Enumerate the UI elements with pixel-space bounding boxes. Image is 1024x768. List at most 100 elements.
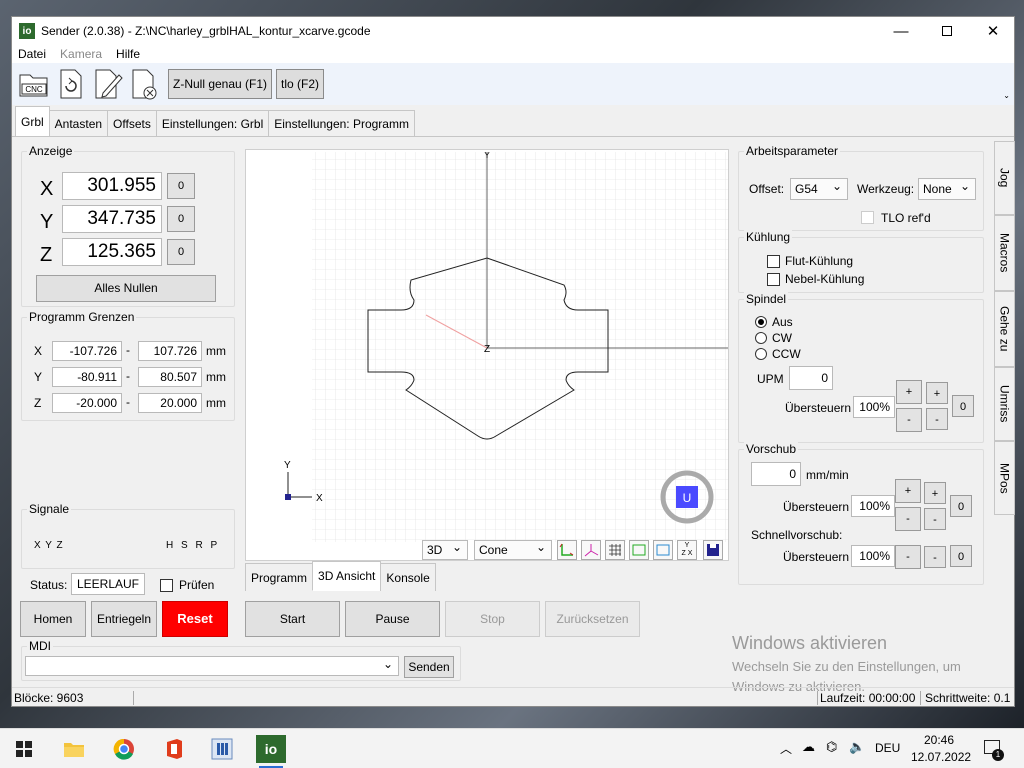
network-icon[interactable]: ⌬ bbox=[826, 739, 837, 755]
display-group: Anzeige X 301.955 0 Y 347.735 0 Z 125.36… bbox=[21, 144, 235, 307]
status-bar: Blöcke: 9603 Laufzeit: 00:00:00 Schrittw… bbox=[12, 687, 1014, 707]
feed-override-minus-coarse[interactable]: - bbox=[895, 507, 921, 531]
chrome-icon[interactable] bbox=[110, 735, 138, 763]
volume-icon[interactable]: 🔈 bbox=[849, 739, 865, 755]
minimize-button[interactable]: — bbox=[878, 17, 924, 45]
view-iso-icon[interactable] bbox=[581, 540, 601, 560]
z-zero-precise-button[interactable]: Z-Null genau (F1) bbox=[168, 69, 273, 99]
side-tab-jog[interactable]: Jog bbox=[994, 141, 1015, 215]
axes-indicator-y-label: Y bbox=[284, 460, 291, 471]
work-envelope-icon[interactable] bbox=[653, 540, 673, 560]
feed-override-reset[interactable]: 0 bbox=[950, 495, 972, 517]
io-sender-taskbar-icon[interactable]: io bbox=[256, 735, 286, 763]
title-bar[interactable]: io Sender (2.0.38) - Z:\NC\harley_grblHA… bbox=[12, 17, 1014, 45]
tab-antasten[interactable]: Antasten bbox=[48, 110, 109, 136]
stop-button[interactable]: Stop bbox=[445, 601, 540, 637]
menu-datei[interactable]: Datei bbox=[18, 47, 46, 61]
zero-z-button[interactable]: 0 bbox=[167, 239, 195, 265]
maximize-button[interactable] bbox=[924, 17, 970, 45]
edit-file-icon[interactable] bbox=[90, 66, 126, 102]
offset-select[interactable]: G54 bbox=[790, 176, 848, 200]
feed-override-plus-coarse[interactable]: + bbox=[895, 479, 921, 503]
rapid-override-minus-coarse[interactable]: - bbox=[895, 545, 921, 569]
mist-coolant-checkbox[interactable] bbox=[767, 273, 780, 286]
zero-y-button[interactable]: 0 bbox=[167, 206, 195, 232]
office-icon[interactable] bbox=[160, 735, 188, 763]
spindle-off-radio[interactable] bbox=[755, 316, 767, 328]
tlo-button[interactable]: tlo (F2) bbox=[276, 69, 325, 99]
view-mode-select[interactable]: 3D bbox=[422, 538, 468, 560]
start-button[interactable]: Start bbox=[245, 601, 340, 637]
start-button-windows-icon[interactable] bbox=[10, 735, 38, 763]
menu-kamera[interactable]: Kamera bbox=[60, 47, 102, 61]
rapid-override-minus-fine[interactable]: - bbox=[924, 546, 946, 568]
zero-all-button[interactable]: Alles Nullen bbox=[36, 275, 216, 302]
tab-konsole[interactable]: Konsole bbox=[380, 563, 436, 591]
input-language[interactable]: DEU bbox=[875, 741, 900, 755]
bounding-box-icon[interactable] bbox=[629, 540, 649, 560]
tab-offsets[interactable]: Offsets bbox=[107, 110, 157, 136]
rapid-override-reset[interactable]: 0 bbox=[950, 545, 972, 567]
check-mode-checkbox[interactable] bbox=[160, 579, 173, 592]
open-cnc-file-icon[interactable]: CNC bbox=[16, 66, 52, 102]
feed-override-minus-fine[interactable]: - bbox=[924, 508, 946, 530]
limit-min-value: -107.726 bbox=[52, 341, 122, 361]
clock-time[interactable]: 20:46 bbox=[924, 733, 954, 747]
zero-x-button[interactable]: 0 bbox=[167, 173, 195, 199]
rapid-override-value: 100% bbox=[851, 545, 895, 567]
tab-einstellungen-programm[interactable]: Einstellungen: Programm bbox=[268, 110, 415, 136]
flood-coolant-checkbox[interactable] bbox=[767, 255, 780, 268]
mdi-title: MDI bbox=[27, 639, 53, 653]
spindle-override-minus-fine[interactable]: - bbox=[926, 408, 948, 430]
step-size: Schrittweite: 0.1 bbox=[920, 690, 1010, 705]
axis-labels-icon[interactable]: YZ X bbox=[677, 540, 697, 560]
onedrive-cloud-icon[interactable]: ☁ bbox=[802, 739, 815, 755]
feed-override-plus-fine[interactable]: + bbox=[924, 482, 946, 504]
tool-shape-select[interactable]: Cone bbox=[474, 538, 552, 560]
spindle-override-minus-coarse[interactable]: - bbox=[896, 408, 922, 432]
side-tab-mpos[interactable]: MPos bbox=[994, 441, 1015, 515]
side-tab-gehe-zu[interactable]: Gehe zu bbox=[994, 291, 1015, 367]
menu-hilfe[interactable]: Hilfe bbox=[116, 47, 140, 61]
mdi-send-button[interactable]: Senden bbox=[404, 656, 454, 678]
spindle-ccw-radio[interactable] bbox=[755, 348, 767, 360]
tab-programm[interactable]: Programm bbox=[245, 563, 314, 591]
reset-button[interactable]: Reset bbox=[162, 601, 228, 637]
spindle-override-label: Übersteuern bbox=[785, 401, 852, 415]
coolant-title: Kühlung bbox=[744, 230, 793, 244]
side-tab-umriss[interactable]: Umriss bbox=[994, 367, 1015, 441]
tool-select[interactable]: None bbox=[918, 176, 976, 200]
close-file-icon[interactable] bbox=[127, 66, 163, 102]
spindle-cw-radio[interactable] bbox=[755, 332, 767, 344]
view-top-icon[interactable] bbox=[557, 540, 577, 560]
spindle-ccw-label: CCW bbox=[772, 347, 801, 361]
tab-3d-ansicht[interactable]: 3D Ansicht bbox=[312, 561, 382, 591]
close-button[interactable]: ✕ bbox=[970, 17, 1016, 45]
3d-view-canvas[interactable]: Y Z Y X U 3D Cone YZ X bbox=[245, 149, 729, 561]
limit-min-value: -80.911 bbox=[52, 367, 122, 387]
spindle-override-reset[interactable]: 0 bbox=[952, 395, 974, 417]
library-app-icon[interactable] bbox=[208, 735, 236, 763]
home-button[interactable]: Homen bbox=[20, 601, 86, 637]
reload-file-icon[interactable] bbox=[53, 66, 89, 102]
tab-grbl[interactable]: Grbl bbox=[15, 106, 50, 136]
mdi-input[interactable] bbox=[25, 654, 399, 676]
side-tab-macros[interactable]: Macros bbox=[994, 215, 1015, 291]
status-value: LEERLAUF bbox=[71, 573, 145, 595]
tab-einstellungen-grbl[interactable]: Einstellungen: Grbl bbox=[155, 110, 270, 136]
unlock-button[interactable]: Entriegeln bbox=[91, 601, 157, 637]
save-view-icon[interactable] bbox=[703, 540, 723, 560]
file-explorer-icon[interactable] bbox=[60, 735, 88, 763]
tlo-refd-checkbox[interactable] bbox=[861, 211, 874, 224]
spindle-override-plus-coarse[interactable]: + bbox=[896, 380, 922, 404]
tlo-refd-label: TLO ref'd bbox=[881, 211, 931, 225]
pause-button[interactable]: Pause bbox=[345, 601, 440, 637]
rewind-button[interactable]: Zurücksetzen bbox=[545, 601, 640, 637]
rpm-input[interactable]: 0 bbox=[789, 366, 833, 390]
tool-label: Werkzeug: bbox=[857, 182, 915, 196]
tray-chevron-up-icon[interactable]: ︿ bbox=[780, 740, 792, 757]
clock-date[interactable]: 12.07.2022 bbox=[911, 750, 971, 764]
spindle-override-plus-fine[interactable]: + bbox=[926, 382, 948, 404]
grid-toggle-icon[interactable] bbox=[605, 540, 625, 560]
toolbar-overflow-icon[interactable]: ⌄ bbox=[1003, 91, 1010, 100]
